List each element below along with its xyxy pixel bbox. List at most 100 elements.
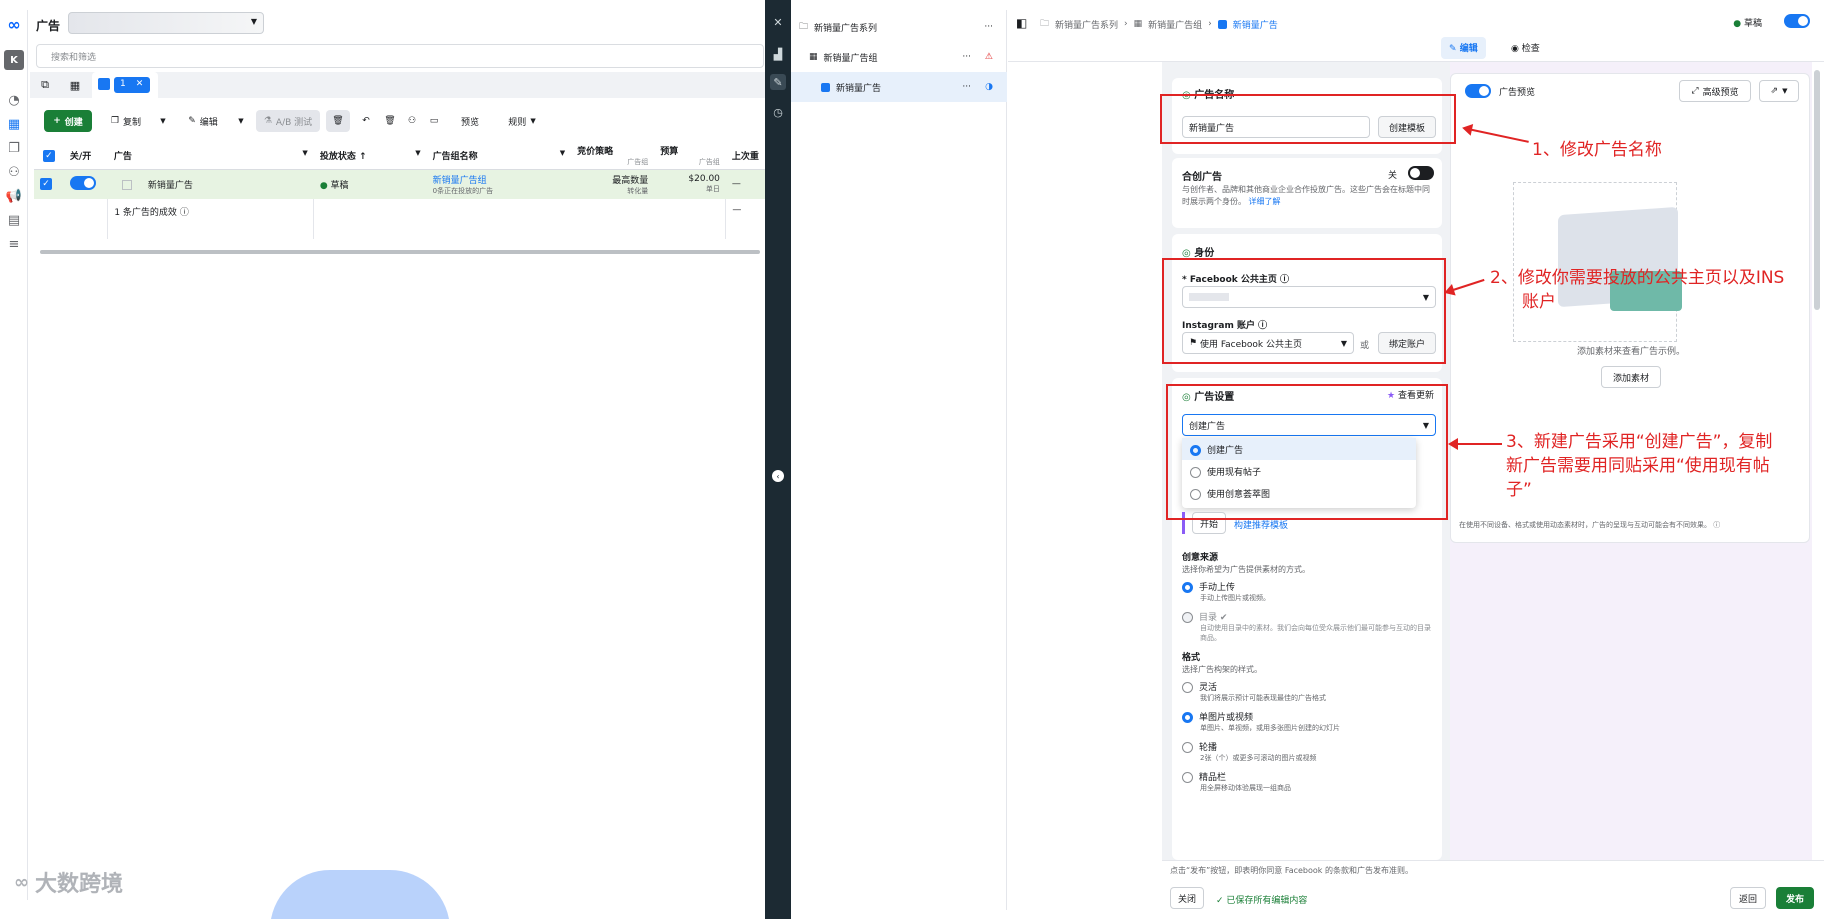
edit-dropdown-button[interactable]: ▼ [232,110,250,132]
learn-more-link[interactable]: 详细了解 [1249,197,1281,206]
sidebar-toggle-icon[interactable]: ◧ [1016,16,1027,30]
undo-button[interactable]: ↶ [356,110,376,132]
summary-last: — [725,199,765,239]
create-button[interactable]: + 创建 [44,110,92,132]
breadcrumb-ad[interactable]: 新销量广告 [1233,18,1278,31]
col-onoff[interactable]: 关/开 [63,143,108,170]
meta-logo-icon[interactable]: ∞ [4,14,24,34]
row-checkbox[interactable]: ✓ [34,169,64,199]
pencil-icon[interactable]: ✎ [770,74,786,90]
back-button[interactable]: 返回 [1730,887,1766,909]
onoff-toggle[interactable] [69,175,96,190]
tab-review[interactable]: ◉ 检查 [1503,37,1548,59]
horizontal-scrollbar[interactable] [40,250,760,254]
folder-icon: 🗀 [799,22,809,32]
campaign-folder-icon[interactable]: ⧉ [34,74,56,96]
format-flexible[interactable]: 灵活 我们将展示预计可能表现最佳的广告格式 [1182,680,1436,703]
publish-button[interactable]: 发布 [1776,887,1814,909]
preview-button[interactable]: 预览 [450,110,490,132]
annotation-box-identity [1162,258,1446,364]
account-avatar[interactable]: K [4,50,24,70]
menu-icon[interactable]: ≡ [4,234,24,254]
select-all-checkbox[interactable]: ✓ [34,143,64,170]
adset-grid-icon[interactable]: ▦ [64,74,86,96]
format-carousel[interactable]: 轮播 2张（个）或更多可滚动的图片或视频 [1182,740,1436,763]
annotation-arrow-3 [1448,438,1502,450]
clock-icon[interactable]: ◷ [770,104,786,120]
add-media-button[interactable]: 添加素材 [1601,366,1661,388]
advanced-preview-button[interactable]: ⤢ 高级预览 [1679,80,1751,102]
ab-test-button[interactable]: ⚗ A/B 测试 [256,110,320,132]
preview-footnote-text: 在使用不同设备、格式或使用动态素材时，广告的呈现与互动可能会有不同效果。 [1459,521,1711,529]
breadcrumb-adset[interactable]: 新销量广告组 [1148,18,1202,31]
flask-icon: ⚗ [263,116,272,126]
creative-source-title: 创意来源 [1182,553,1219,563]
chevron-down-icon: ▼ [250,17,257,26]
search-input[interactable]: 搜索和筛选 [36,44,764,68]
option-catalog[interactable]: 目录 ✔ 自动使用目录中的素材。我们会向每位受众展示他们最可能参与互动的目录商品。 [1182,610,1436,643]
table-icon[interactable]: ▦ [4,114,24,134]
row-toggle[interactable] [64,169,108,199]
info-icon[interactable]: ⓘ [1713,521,1720,529]
col-status[interactable]: 投放状态 ↑ ▼ [313,143,427,170]
tree-item-ad[interactable]: 新销量广告 ··· ◑ [791,72,1007,102]
copy-button[interactable]: ❐ 复制 [100,110,152,132]
more-icon[interactable]: ··· [984,22,993,32]
more-icon[interactable]: ··· [962,52,971,62]
selected-count: 1 [120,79,126,89]
radio-unselected [1182,742,1193,753]
close-icon[interactable]: ✕ [770,14,786,30]
adset-link[interactable]: 新销量广告组 [433,173,565,186]
radio-unselected [1182,682,1193,693]
cell-adset[interactable]: 新销量广告组 0条正在投放的广告 [427,169,571,199]
edit-button[interactable]: ✎ 编辑 [176,110,230,132]
library-icon[interactable]: ▤ [4,210,24,230]
col-bid[interactable]: 竞价策略 广告组 [571,143,655,170]
comments-button[interactable]: ▭ [424,110,444,132]
gauge-icon[interactable]: ◔ [4,90,24,110]
tree-item-adset[interactable]: ▦ 新销量广告组 ··· ⚠ [791,42,1007,72]
more-icon[interactable]: ··· [962,82,971,92]
rules-button[interactable]: 规则 ▼ [496,110,548,132]
pencil-icon: ✎ [1449,44,1457,54]
format-single-media[interactable]: 单图片或视频 单图片、单视频，或用多张图片创建的幻灯片 [1182,710,1436,733]
cell-ad-name[interactable]: 新销量广告 [108,169,314,199]
plus-icon: + [53,116,61,126]
collab-toggle[interactable] [1408,166,1434,180]
preview-toggle[interactable] [1465,84,1491,98]
table-row[interactable]: ✓ 新销量广告 ● 草稿 新销量广告组 0条正在投放的广告 最高数量 转化量 $20… [34,169,765,199]
col-adset-name[interactable]: 广告组名称 ▼ [426,143,572,170]
account-selector[interactable]: ▼ [68,12,264,34]
option-label: 手动上传 [1199,583,1236,593]
discard-button[interactable]: 🗑 [380,110,400,132]
close-icon[interactable]: ✕ [136,79,144,89]
megaphone-icon[interactable]: 📢 [4,186,24,206]
collapse-icon[interactable]: ‹ [772,470,784,482]
pages-icon[interactable]: ❐ [4,138,24,158]
grid-icon: ▦ [1133,19,1143,29]
audience-icon[interactable]: ⚇ [4,162,24,182]
annotation-text-2b: 账户 [1522,292,1556,312]
format-collection[interactable]: 精品栏 用全屏移动体验展现一组商品 [1182,770,1436,793]
vertical-scrollbar[interactable] [1814,70,1820,310]
tab-edit[interactable]: ✎ 编辑 [1441,37,1486,59]
info-icon[interactable]: ⓘ [180,208,189,218]
tree-item-campaign[interactable]: 🗀 新销量广告系列 ··· [791,12,1007,42]
chevron-down-icon: ▼ [1782,87,1788,95]
chart-icon[interactable]: ▟ [770,46,786,62]
breadcrumb-campaign[interactable]: 新销量广告系列 [1055,18,1118,31]
ad-onoff-toggle[interactable] [1784,14,1810,28]
close-button[interactable]: 关闭 [1170,887,1204,909]
col-ad[interactable]: 广告 ▼ [107,143,314,170]
tab-ads[interactable]: 1 ✕ [92,72,158,98]
share-preview-button[interactable]: ⇗ ▼ [1759,80,1799,102]
option-label: 灵活 [1199,683,1218,693]
copy-dropdown-button[interactable]: ▼ [154,110,172,132]
col-budget[interactable]: 预算 广告组 [654,143,726,170]
watermark-text: 大数跨境 [35,872,124,897]
share-button[interactable]: ⚇ [402,110,422,132]
col-last[interactable]: 上次重 [725,143,765,170]
option-manual-upload[interactable]: 手动上传 手动上传图片或视频。 [1182,580,1436,603]
cell-bid: 最高数量 转化量 [571,169,654,199]
delete-button[interactable]: 🗑 [326,110,350,132]
